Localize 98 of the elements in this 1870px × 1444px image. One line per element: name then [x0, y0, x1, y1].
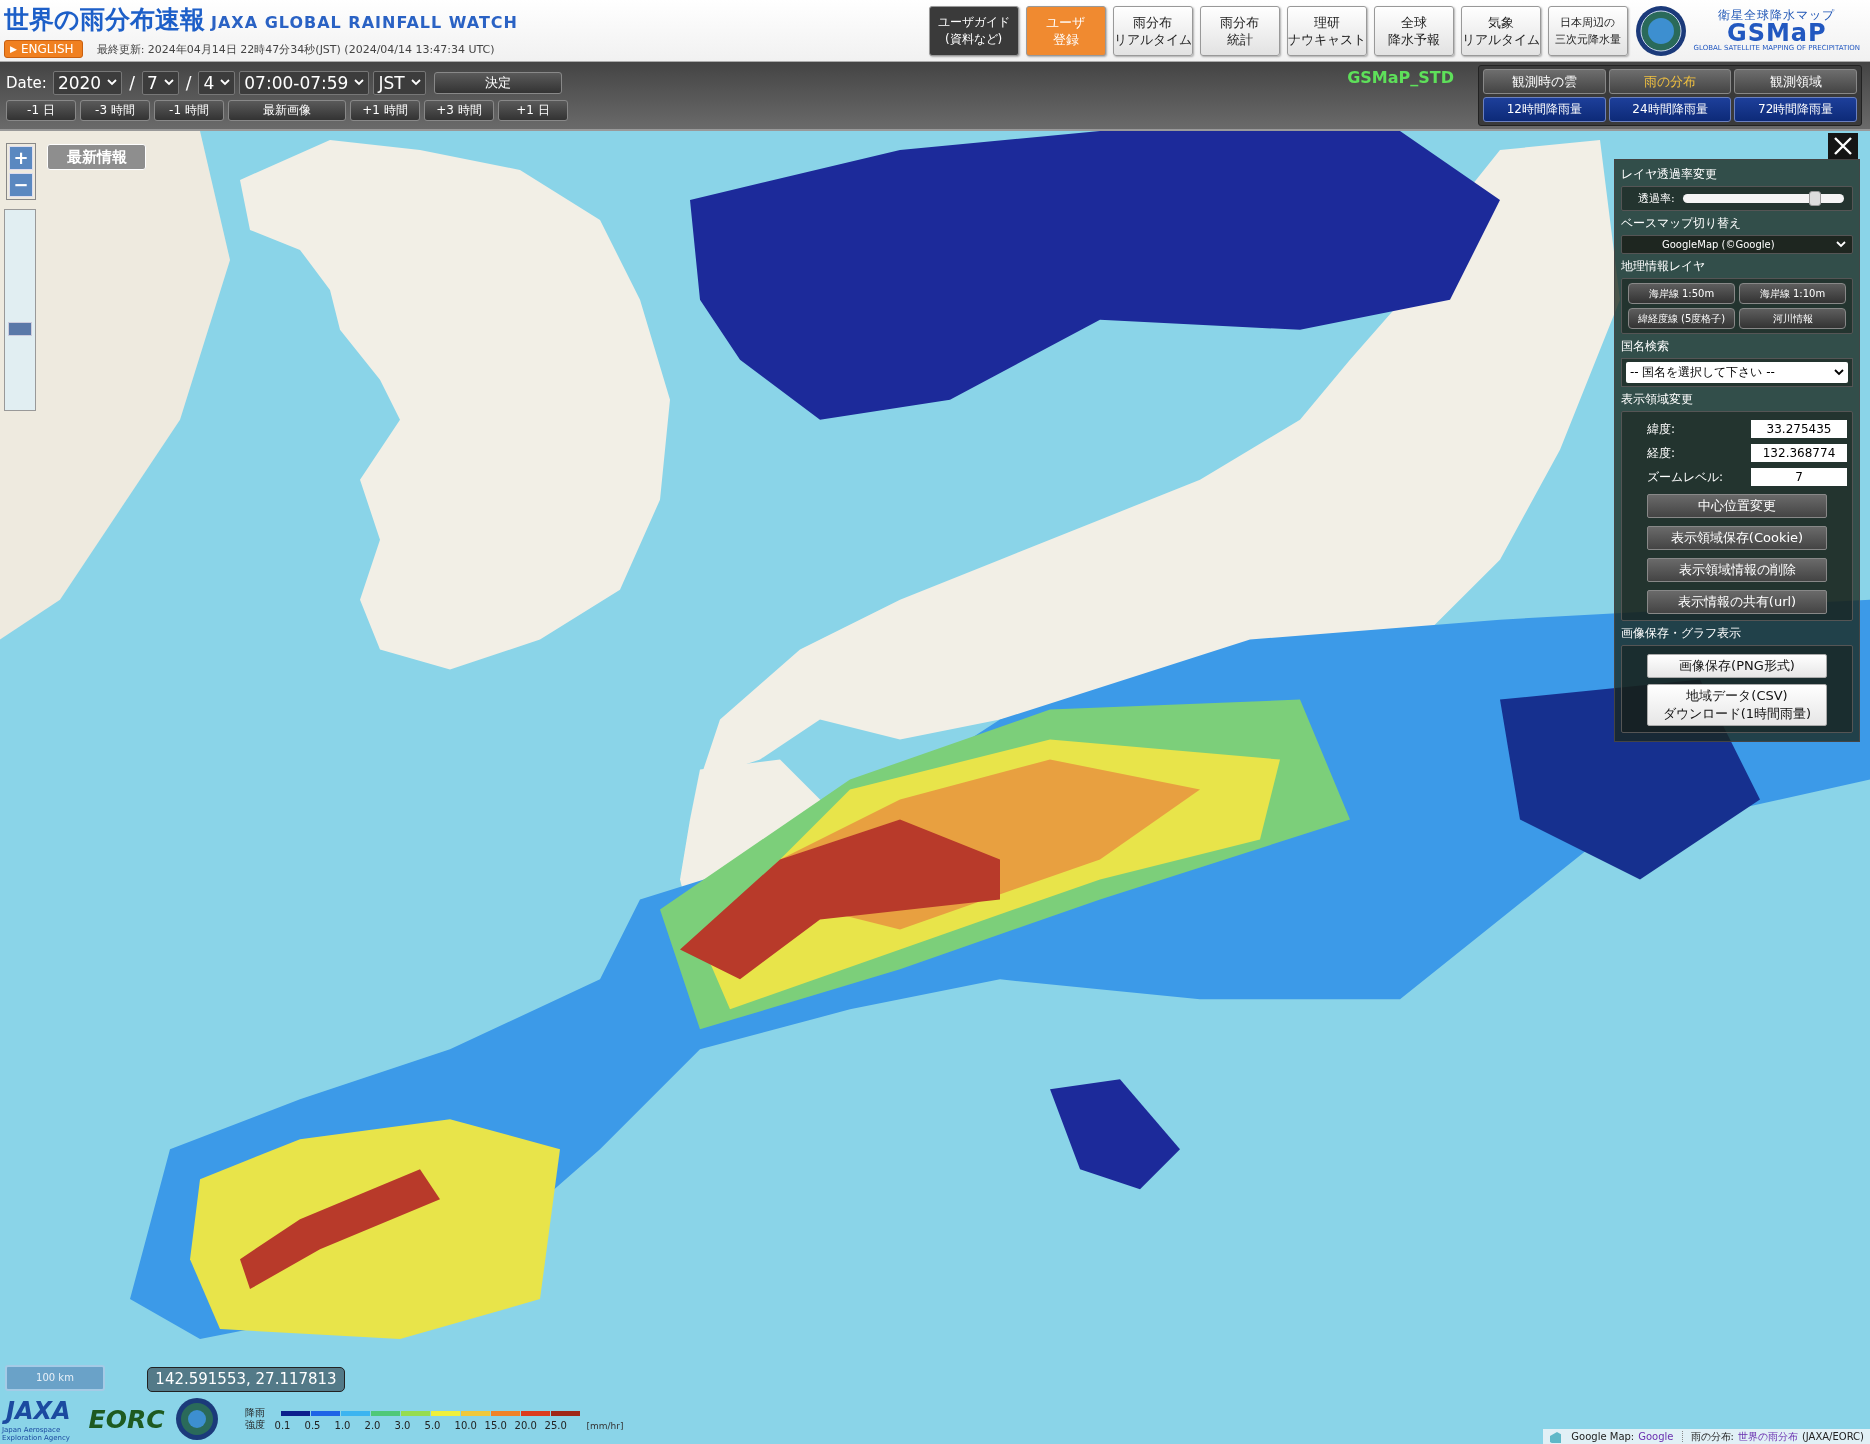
globe-logo-icon	[1634, 4, 1687, 57]
date-separator: /	[128, 72, 136, 93]
legend-value: 15.0	[484, 1420, 507, 1431]
legend-value: 2.0	[364, 1420, 381, 1431]
layer-button[interactable]: 海岸線 1:50m	[1628, 283, 1735, 304]
attribution-text: (JAXA/EORC)	[1801, 1431, 1864, 1442]
view-tab[interactable]: 観測領域	[1734, 69, 1857, 94]
section-heading: 画像保存・グラフ表示	[1621, 625, 1742, 642]
date-select[interactable]: JST	[373, 70, 426, 95]
region-button[interactable]: 中心位置変更	[1647, 494, 1827, 518]
legend-unit: [mm/hr]	[586, 1421, 624, 1431]
gsmap-seal-icon	[174, 1397, 219, 1441]
chevron-icon	[107, 79, 118, 86]
legend-value: 20.0	[514, 1420, 537, 1431]
close-button[interactable]	[1828, 133, 1858, 159]
nav-button[interactable]: 雨分布 統計	[1199, 5, 1280, 56]
accumulation-button[interactable]: 72時間降雨量	[1734, 97, 1857, 122]
section-heading: 国名検索	[1621, 338, 1670, 355]
time-step-button[interactable]: +1 日	[498, 99, 568, 121]
accumulation-button[interactable]: 24時間降雨量	[1608, 97, 1732, 122]
site-subtitle: JAXA GLOBAL RAINFALL WATCH	[211, 13, 518, 32]
legend-value: 0.1	[274, 1420, 291, 1431]
time-step-button[interactable]: -1 日	[6, 99, 76, 121]
time-step-button[interactable]: +3 時間	[424, 99, 494, 121]
time-step-button[interactable]: 最新画像	[228, 99, 346, 121]
layer-button[interactable]: 緯経度線 (5度格子)	[1628, 308, 1735, 329]
attribution-link[interactable]: Google	[1638, 1431, 1674, 1442]
zoom-out-button[interactable]: −	[9, 173, 33, 197]
chevron-icon	[1834, 369, 1844, 376]
date-select[interactable]: 4	[198, 70, 236, 95]
nav-button[interactable]: 雨分布 リアルタイム	[1112, 5, 1193, 56]
eorc-logo: EORC	[88, 1404, 165, 1434]
scale-bar: 100 km	[5, 1365, 105, 1391]
layer-button[interactable]: 海岸線 1:10m	[1739, 283, 1846, 304]
chevron-icon	[354, 79, 365, 86]
chevron-icon	[410, 79, 421, 86]
region-button[interactable]: 表示領域情報の削除	[1647, 558, 1827, 582]
slider-thumb[interactable]	[1808, 191, 1821, 206]
section-heading: 表示領域変更	[1621, 391, 1694, 408]
field-label: 経度:	[1647, 444, 1676, 462]
last-updated-text: 最終更新: 2024年04月14日 22時47分34秒(JST) (2024/04/14 13:47:34 UTC)	[96, 41, 495, 57]
submit-button[interactable]: 決定	[433, 71, 562, 94]
region-button[interactable]: 表示領域保存(Cookie)	[1647, 526, 1827, 550]
legend-title: 降雨 強度	[244, 1407, 265, 1431]
country-select[interactable]: -- 国名を選択して下さい --	[1626, 362, 1848, 383]
basemap-select[interactable]: GoogleMap (©Google)	[1621, 235, 1853, 254]
view-tab[interactable]: 観測時の雲	[1483, 69, 1606, 94]
legend-value: 3.0	[394, 1420, 411, 1431]
nav-button[interactable]: 理研 ナウキャスト	[1286, 5, 1367, 56]
attribution-link[interactable]: 世界の雨分布	[1737, 1429, 1798, 1444]
input-field[interactable]: 33.275435	[1751, 420, 1847, 438]
nav-button[interactable]: 日本周辺の 三次元降水量	[1547, 5, 1628, 56]
slider-handle[interactable]	[8, 321, 32, 336]
field-label: 緯度:	[1647, 420, 1676, 438]
close-icon	[1833, 136, 1853, 156]
region-button[interactable]: 表示情報の共有(url)	[1647, 590, 1827, 614]
layer-button[interactable]: 河川情報	[1739, 308, 1846, 329]
zoom-slider[interactable]	[4, 209, 36, 411]
field-label: ズームレベル:	[1647, 468, 1724, 486]
input-field[interactable]: 132.368774	[1751, 444, 1847, 462]
time-step-button[interactable]: -3 時間	[80, 99, 150, 121]
legend-value: 0.5	[304, 1420, 321, 1431]
product-label: GSMaP_STD	[1347, 68, 1454, 87]
section-heading: 地理情報レイヤ	[1621, 258, 1706, 275]
chevron-icon	[163, 79, 174, 86]
opacity-slider[interactable]	[1682, 194, 1844, 203]
cursor-coordinates: 142.591553, 27.117813	[147, 1367, 345, 1392]
accumulation-button[interactable]: 12時間降雨量	[1483, 97, 1606, 122]
opacity-label: 透過率:	[1638, 191, 1675, 206]
section-heading: レイヤ透過率変更	[1621, 166, 1718, 183]
view-tab[interactable]: 雨の分布	[1608, 69, 1732, 94]
section-heading: ベースマップ切り替え	[1621, 215, 1742, 232]
legend-value: 10.0	[454, 1420, 477, 1431]
date-select[interactable]: 2020	[52, 70, 123, 95]
chevron-icon	[220, 79, 231, 86]
input-field[interactable]: 7	[1751, 468, 1847, 486]
jaxa-logo: JAXA	[2, 1396, 79, 1426]
legend-value: 1.0	[334, 1420, 351, 1431]
attribution-text: 雨の分布:	[1690, 1429, 1734, 1444]
play-icon: ▶	[10, 44, 17, 54]
chevron-icon	[1836, 241, 1846, 248]
nav-button[interactable]: 気象 リアルタイム	[1460, 5, 1541, 56]
time-step-button[interactable]: +1 時間	[350, 99, 420, 121]
date-label: Date:	[6, 73, 47, 92]
nav-button[interactable]: 全球 降水予報	[1373, 5, 1454, 56]
export-button[interactable]: 画像保存(PNG形式)	[1647, 654, 1827, 678]
date-separator: /	[184, 72, 193, 93]
date-select[interactable]: 07:00-07:59	[239, 70, 370, 95]
legend-value: 5.0	[424, 1420, 441, 1431]
site-title: 世界の雨分布速報	[4, 4, 205, 36]
date-select[interactable]: 7	[141, 70, 179, 95]
nav-button[interactable]: ユーザガイド (資料など)	[928, 5, 1019, 56]
time-step-button[interactable]: -1 時間	[154, 99, 224, 121]
legend-value: 25.0	[544, 1420, 567, 1431]
hexagon-icon	[1549, 1430, 1562, 1443]
export-button[interactable]: 地域データ(CSV) ダウンロード(1時間雨量)	[1647, 684, 1827, 726]
attribution-text: Google Map:	[1571, 1431, 1635, 1442]
zoom-in-button[interactable]: +	[9, 146, 33, 170]
